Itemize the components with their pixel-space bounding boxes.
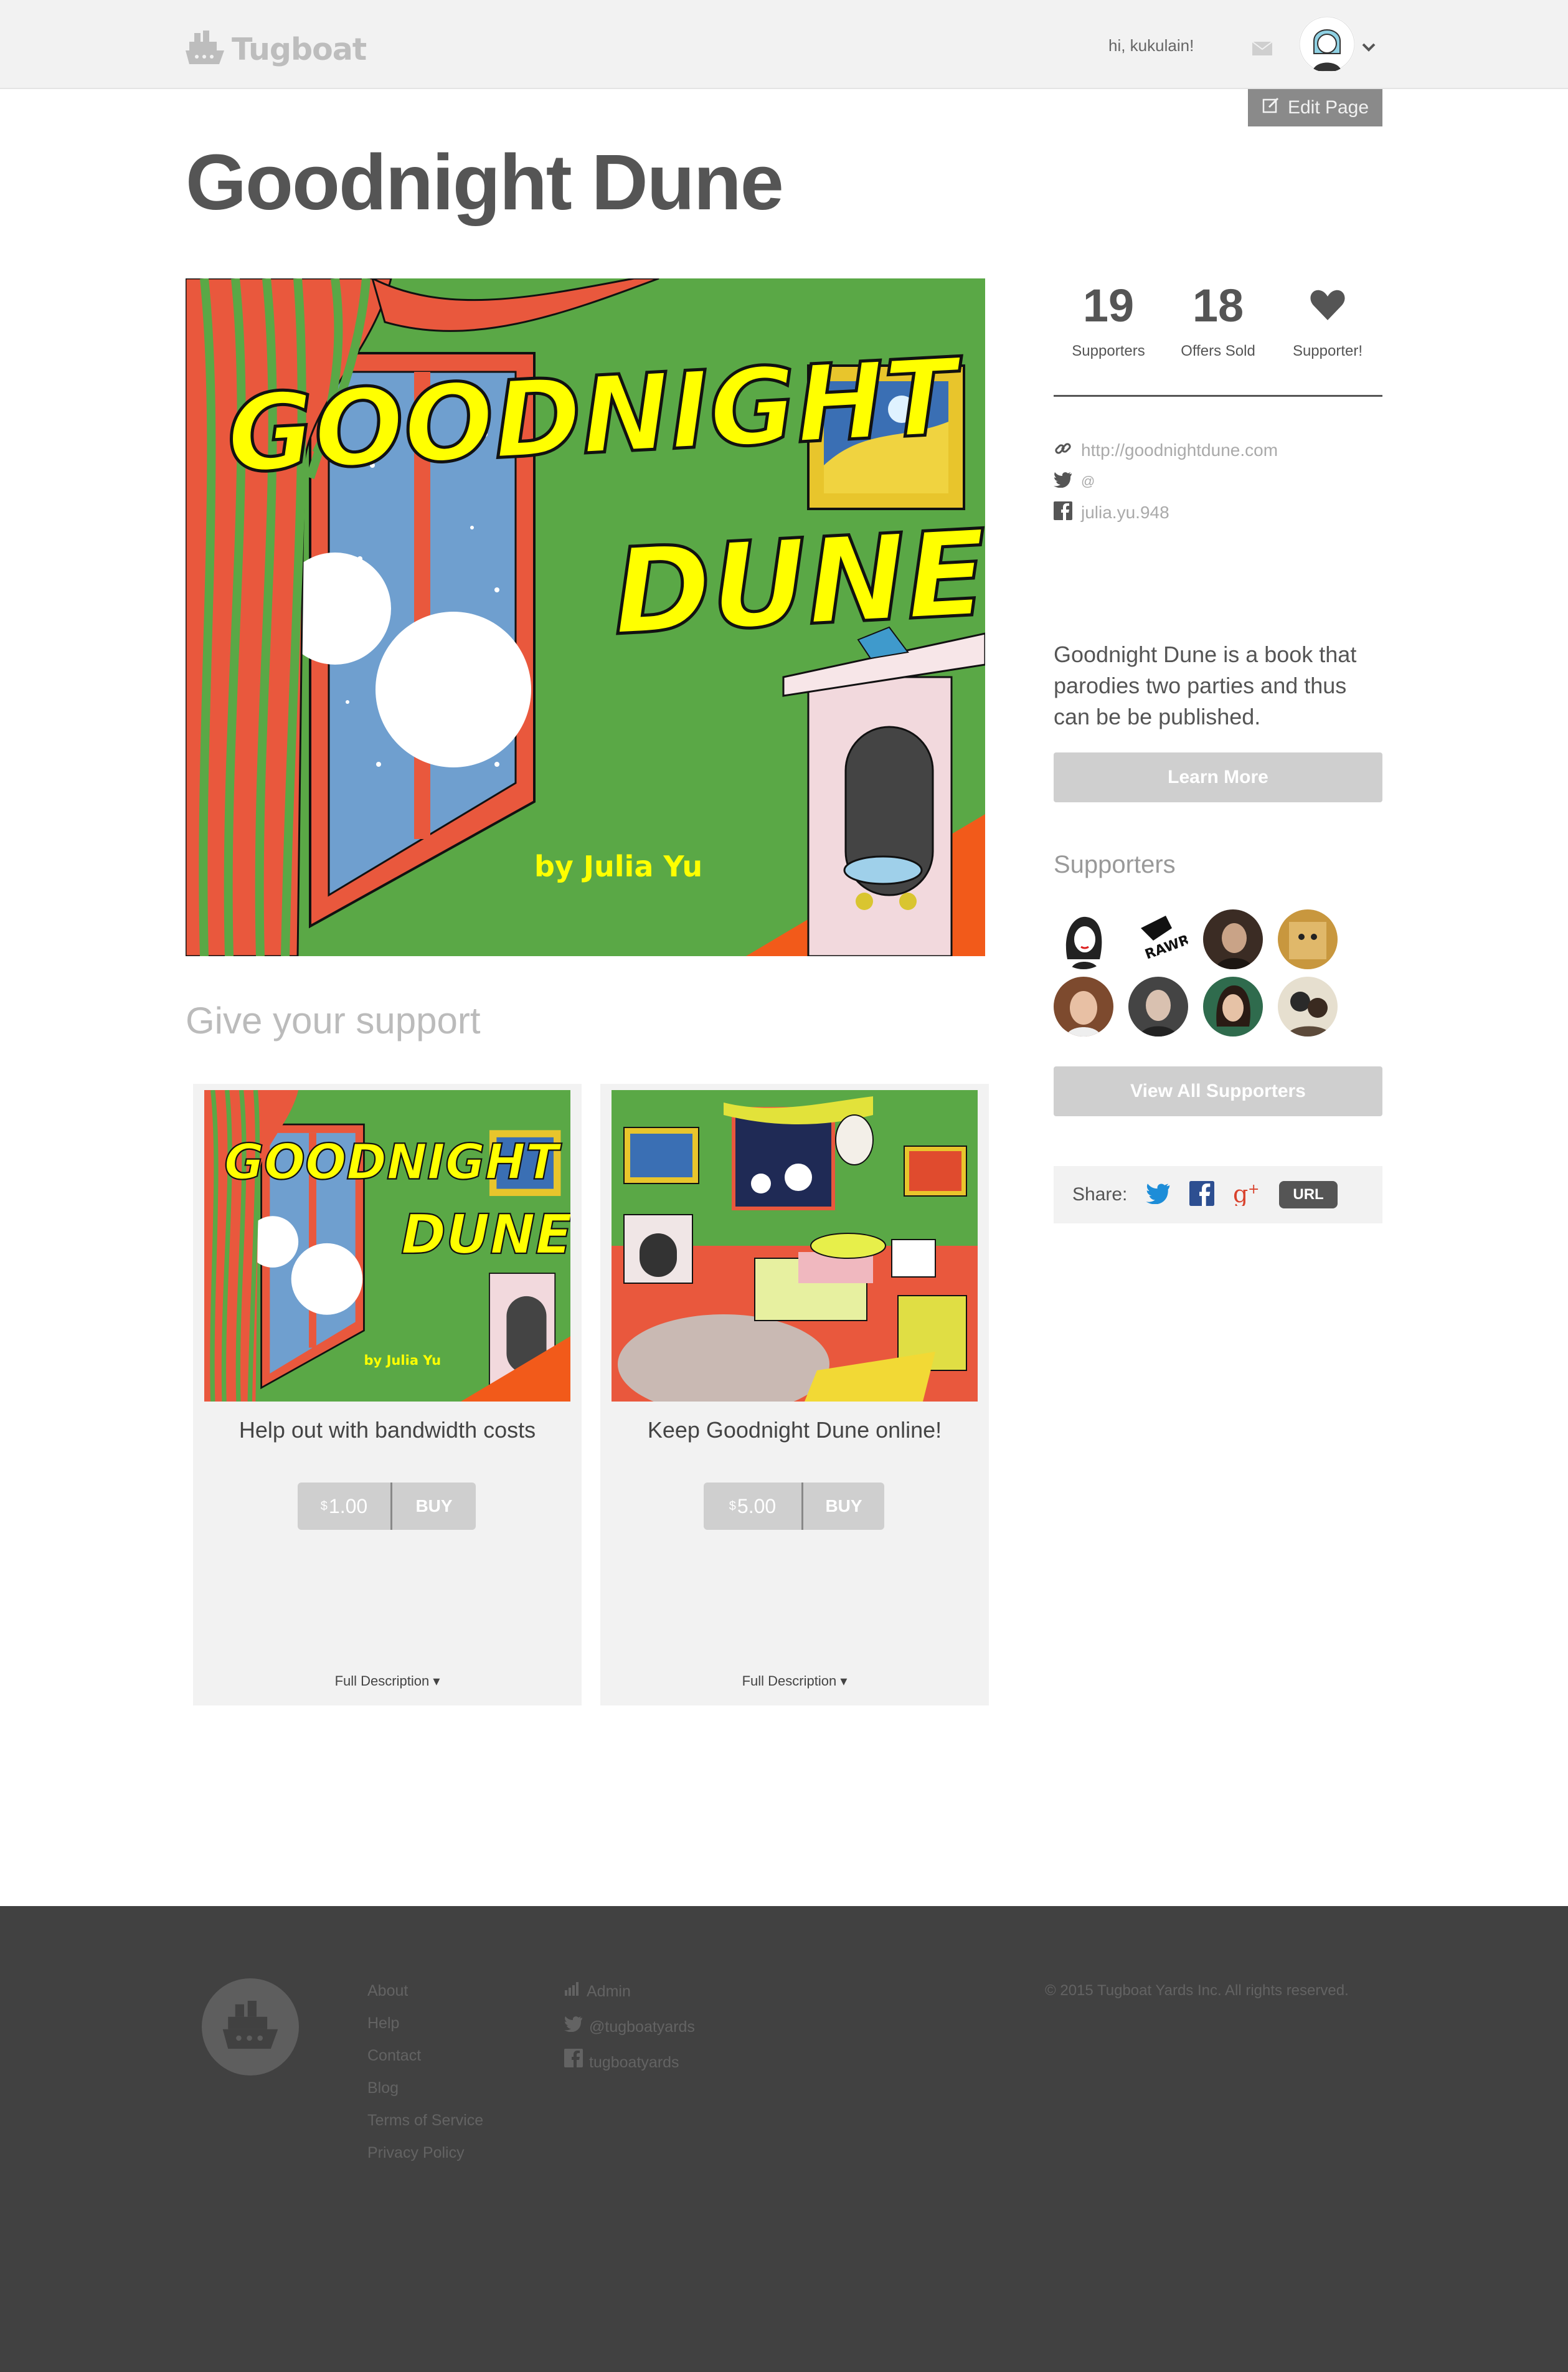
offer-title: Keep Goodnight Dune online! <box>647 1417 942 1443</box>
offer-image: GOODNIGHT DUNE by Julia Yu <box>204 1090 570 1402</box>
buy-label: BUY <box>415 1496 453 1516</box>
chevron-down-icon[interactable] <box>1361 42 1376 55</box>
supporter-avatar[interactable] <box>1128 977 1188 1037</box>
user-greeting: hi, kukulain! <box>1108 36 1194 55</box>
edit-icon <box>1262 96 1280 120</box>
supporter-avatar[interactable] <box>1278 977 1338 1037</box>
brand-name: Tugboat <box>232 31 367 67</box>
chevron-down-icon: ▾ <box>840 1673 848 1689</box>
hero-title-line2: DUNE <box>610 505 985 662</box>
footer <box>0 1906 1568 2372</box>
buy-button[interactable]: $1.00 BUY <box>298 1482 476 1530</box>
footer-admin-link[interactable]: Admin <box>564 1973 695 2009</box>
footer-link-terms[interactable]: Terms of Service <box>367 2104 483 2137</box>
bars-icon <box>564 1975 580 2008</box>
heart-icon[interactable] <box>1273 274 1382 336</box>
buy-label: BUY <box>825 1496 862 1516</box>
stat-label: Supporters <box>1072 343 1145 359</box>
supporter-avatar[interactable] <box>1054 909 1113 969</box>
supporter-avatar[interactable] <box>1054 977 1113 1037</box>
footer-link-help[interactable]: Help <box>367 2007 483 2039</box>
supporter-avatar[interactable] <box>1203 909 1263 969</box>
edit-page-label: Edit Page <box>1287 97 1369 118</box>
stats-panel: 19 Supporters 18 Offers Sold Supporter! <box>1054 274 1382 399</box>
footer-facebook-link[interactable]: tugboatyards <box>564 2044 695 2080</box>
brand-logo[interactable]: Tugboat <box>186 27 367 71</box>
supporter-avatar[interactable] <box>1203 977 1263 1037</box>
facebook-link[interactable]: julia.yu.948 <box>1054 497 1382 528</box>
share-bar: Share: g + URL <box>1054 1166 1382 1223</box>
offer-image <box>612 1090 978 1402</box>
offer-title: Help out with bandwidth costs <box>239 1417 536 1443</box>
stat-offers-sold: 18 Offers Sold <box>1163 274 1273 360</box>
footer-social: Admin @tugboatyards tugboatyards <box>564 1973 695 2080</box>
offer-price: $1.00 <box>298 1482 392 1530</box>
hero-byline: by Julia Yu <box>534 850 702 883</box>
tugboat-logo-icon <box>186 30 224 69</box>
project-links: http://goodnightdune.com @ julia.yu.948 <box>1054 435 1382 528</box>
facebook-icon[interactable] <box>1189 1180 1215 1209</box>
stat-label: Offers Sold <box>1181 343 1255 359</box>
offer-price: $5.00 <box>704 1482 803 1530</box>
offer-image-title1: GOODNIGHT <box>224 1134 562 1190</box>
stat-value: 19 <box>1082 279 1135 331</box>
supporters-heading: Supporters <box>1054 851 1176 878</box>
footer-link-privacy[interactable]: Privacy Policy <box>367 2137 483 2169</box>
offer-image-title2: DUNE <box>401 1203 570 1266</box>
buy-button[interactable]: $5.00 BUY <box>704 1482 884 1530</box>
twitter-icon <box>1054 472 1072 492</box>
stat-supporter-status[interactable]: Supporter! <box>1273 274 1382 360</box>
project-description: Goodnight Dune is a book that parodies t… <box>1054 642 1357 729</box>
full-description-toggle[interactable]: Full Description ▾ <box>193 1673 582 1689</box>
share-url-button[interactable]: URL <box>1279 1181 1338 1208</box>
link-icon <box>1054 439 1072 462</box>
footer-links: About Help Contact Blog Terms of Service… <box>367 1975 483 2169</box>
website-url: http://goodnightdune.com <box>1081 440 1278 460</box>
supporters-grid: RAWR <box>1054 909 1353 1037</box>
offer-card: Keep Goodnight Dune online! $5.00 BUY Fu… <box>600 1084 989 1705</box>
supporter-avatar[interactable]: RAWR <box>1128 909 1188 969</box>
website-link[interactable]: http://goodnightdune.com <box>1054 435 1382 466</box>
user-avatar[interactable] <box>1299 16 1355 72</box>
footer-twitter-link[interactable]: @tugboatyards <box>564 2009 695 2044</box>
twitter-icon <box>564 2011 583 2043</box>
full-description-toggle[interactable]: Full Description ▾ <box>600 1673 989 1689</box>
hero-image: GOODNIGHT DUNE by Julia Yu <box>186 278 985 956</box>
facebook-user: julia.yu.948 <box>1081 503 1169 522</box>
share-label: Share: <box>1072 1184 1128 1205</box>
tugboat-logo-icon <box>222 2000 278 2054</box>
page-title: Goodnight Dune <box>186 138 784 226</box>
offer-card: GOODNIGHT DUNE by Julia Yu Help out with… <box>193 1084 582 1705</box>
give-support-heading: Give your support <box>186 1000 481 1041</box>
google-plus-icon[interactable]: g + <box>1233 1180 1260 1209</box>
facebook-icon <box>1054 501 1072 524</box>
footer-link-contact[interactable]: Contact <box>367 2039 483 2072</box>
supporter-avatar[interactable] <box>1278 909 1338 969</box>
twitter-handle: @ <box>1081 473 1095 489</box>
footer-logo[interactable] <box>202 1978 299 2076</box>
divider <box>1054 395 1382 397</box>
svg-text:g: g <box>1233 1181 1248 1206</box>
facebook-icon <box>564 2046 583 2079</box>
offer-image-byline: by Julia Yu <box>364 1352 441 1368</box>
stat-supporters: 19 Supporters <box>1054 274 1163 360</box>
stat-label: Supporter! <box>1292 343 1363 359</box>
view-all-supporters-button[interactable]: View All Supporters <box>1054 1066 1382 1116</box>
stat-value: 18 <box>1192 279 1244 331</box>
edit-page-button[interactable]: Edit Page <box>1248 89 1382 126</box>
footer-link-about[interactable]: About <box>367 1975 483 2007</box>
twitter-link[interactable]: @ <box>1054 466 1382 497</box>
mail-icon[interactable] <box>1252 41 1273 59</box>
learn-more-button[interactable]: Learn More <box>1054 752 1382 802</box>
twitter-icon[interactable] <box>1146 1183 1171 1207</box>
footer-link-blog[interactable]: Blog <box>367 2072 483 2104</box>
copyright: © 2015 Tugboat Yards Inc. All rights res… <box>1045 1982 1349 1999</box>
chevron-down-icon: ▾ <box>433 1673 440 1689</box>
svg-text:+: + <box>1248 1182 1259 1197</box>
